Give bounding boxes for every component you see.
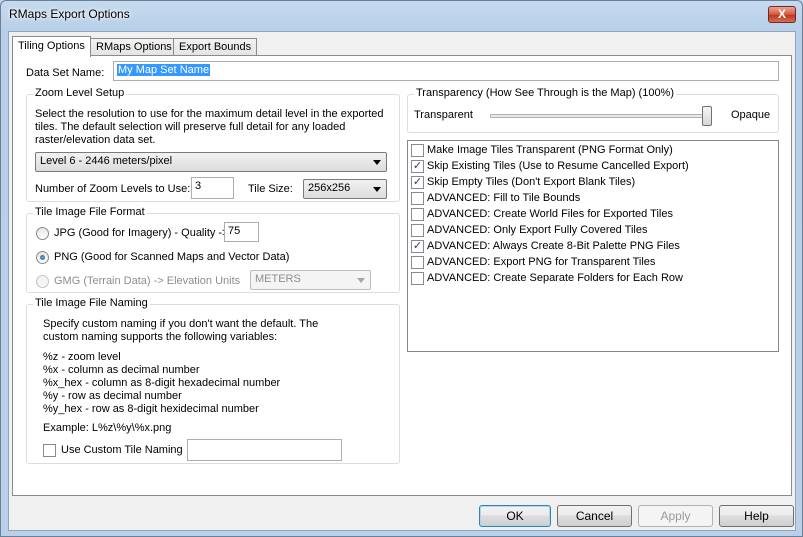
option-checkbox[interactable] [411, 144, 424, 157]
jpg-label: JPG (Good for Imagery) - Quality -> [54, 227, 229, 239]
custom-naming-checkbox[interactable] [43, 444, 56, 457]
dataset-name-input[interactable]: My Map Set Name [113, 61, 779, 81]
custom-naming-input[interactable] [187, 439, 342, 461]
transparency-group: Transparency (How See Through is the Map… [407, 87, 779, 133]
zoom-description: Select the resolution to use for the max… [35, 108, 384, 146]
option-checkbox[interactable] [411, 272, 424, 285]
zoom-level-group: Zoom Level Setup Select the resolution t… [26, 87, 400, 202]
option-checkbox[interactable] [411, 192, 424, 205]
jpg-radio[interactable] [36, 227, 49, 240]
dataset-name-label: Data Set Name: [26, 67, 105, 79]
variable-zoom: %z - zoom level [43, 351, 121, 363]
option-label: ADVANCED: Only Export Fully Covered Tile… [427, 224, 648, 236]
gmg-radio[interactable] [36, 275, 49, 288]
option-checkbox[interactable]: ✓ [411, 176, 424, 189]
ok-button[interactable]: OK [479, 505, 551, 527]
option-checkbox[interactable] [411, 256, 424, 269]
transparency-group-title: Transparency (How See Through is the Map… [414, 87, 677, 99]
custom-naming-label: Use Custom Tile Naming [61, 444, 183, 456]
option-checkbox[interactable]: ✓ [411, 160, 424, 173]
export-options-list: Make Image Tiles Transparent (PNG Format… [407, 140, 779, 352]
option-label: ADVANCED: Export PNG for Transparent Til… [427, 256, 656, 268]
elevation-units-selected: METERS [255, 273, 301, 285]
help-button[interactable]: Help [719, 505, 794, 527]
option-label: ADVANCED: Create Separate Folders for Ea… [427, 272, 683, 284]
variable-column-hex: %x_hex - column as 8-digit hexadecimal n… [43, 377, 281, 389]
variable-column: %x - column as decimal number [43, 364, 200, 376]
chevron-down-icon [373, 160, 381, 165]
png-radio[interactable] [36, 251, 49, 264]
option-label: ADVANCED: Always Create 8-Bit Palette PN… [427, 240, 680, 252]
file-format-group-title: Tile Image File Format [33, 206, 147, 218]
transparency-slider-thumb[interactable] [702, 106, 712, 126]
tab-tiling-options[interactable]: Tiling Options [12, 36, 91, 57]
tile-size-selected: 256x256 [308, 182, 351, 194]
chevron-down-icon [357, 278, 365, 283]
option-label: ADVANCED: Create World Files for Exporte… [427, 208, 673, 220]
option-checkbox[interactable] [411, 208, 424, 221]
tile-size-label: Tile Size: [248, 183, 293, 195]
option-checkbox[interactable]: ✓ [411, 240, 424, 253]
export-options-window: RMaps Export Options X Tiling Options RM… [0, 0, 803, 537]
gmg-label: GMG (Terrain Data) -> Elevation Units [54, 275, 241, 287]
elevation-units-dropdown[interactable]: METERS [250, 270, 371, 290]
variable-row: %y - row as decimal number [43, 390, 182, 402]
tiling-options-panel: Data Set Name: My Map Set Name Zoom Leve… [12, 55, 792, 496]
resolution-selected: Level 6 - 2446 meters/pixel [40, 155, 173, 167]
close-button[interactable]: X [768, 6, 796, 23]
tab-export-bounds[interactable]: Export Bounds [173, 38, 258, 56]
option-label: Skip Existing Tiles (Use to Resume Cance… [427, 160, 689, 172]
dialog-client-area: Tiling Options RMaps Options Export Boun… [8, 31, 796, 531]
transparency-slider-track[interactable] [490, 114, 712, 118]
apply-button[interactable]: Apply [638, 505, 713, 527]
file-naming-group: Tile Image File Naming Specify custom na… [26, 297, 400, 464]
file-format-group: Tile Image File Format JPG (Good for Ima… [26, 206, 400, 293]
naming-example: Example: L%z\%y\%x.png [43, 422, 172, 434]
naming-description: Specify custom naming if you don't want … [43, 318, 319, 343]
tab-rmaps-options[interactable]: RMaps Options [90, 38, 178, 56]
resolution-dropdown[interactable]: Level 6 - 2446 meters/pixel [35, 152, 387, 172]
zoom-level-group-title: Zoom Level Setup [33, 87, 127, 99]
cancel-button[interactable]: Cancel [557, 505, 632, 527]
option-label: Make Image Tiles Transparent (PNG Format… [427, 144, 673, 156]
chevron-down-icon [373, 187, 381, 192]
tile-size-dropdown[interactable]: 256x256 [303, 179, 387, 199]
dataset-name-value: My Map Set Name [117, 64, 211, 76]
num-levels-input[interactable]: 3 [191, 177, 234, 199]
option-label: Skip Empty Tiles (Don't Export Blank Til… [427, 176, 636, 188]
jpg-quality-input[interactable]: 75 [224, 222, 259, 242]
option-label: ADVANCED: Fill to Tile Bounds [427, 192, 581, 204]
variable-row-hex: %y_hex - row as 8-digit hexidecimal numb… [43, 403, 259, 415]
num-levels-label: Number of Zoom Levels to Use: [35, 183, 191, 195]
file-naming-group-title: Tile Image File Naming [33, 297, 150, 309]
transparent-label: Transparent [414, 109, 473, 121]
option-checkbox[interactable] [411, 224, 424, 237]
opaque-label: Opaque [731, 109, 771, 121]
window-title: RMaps Export Options [9, 7, 130, 21]
title-bar[interactable]: RMaps Export Options X [1, 1, 802, 29]
png-label: PNG (Good for Scanned Maps and Vector Da… [54, 251, 290, 263]
